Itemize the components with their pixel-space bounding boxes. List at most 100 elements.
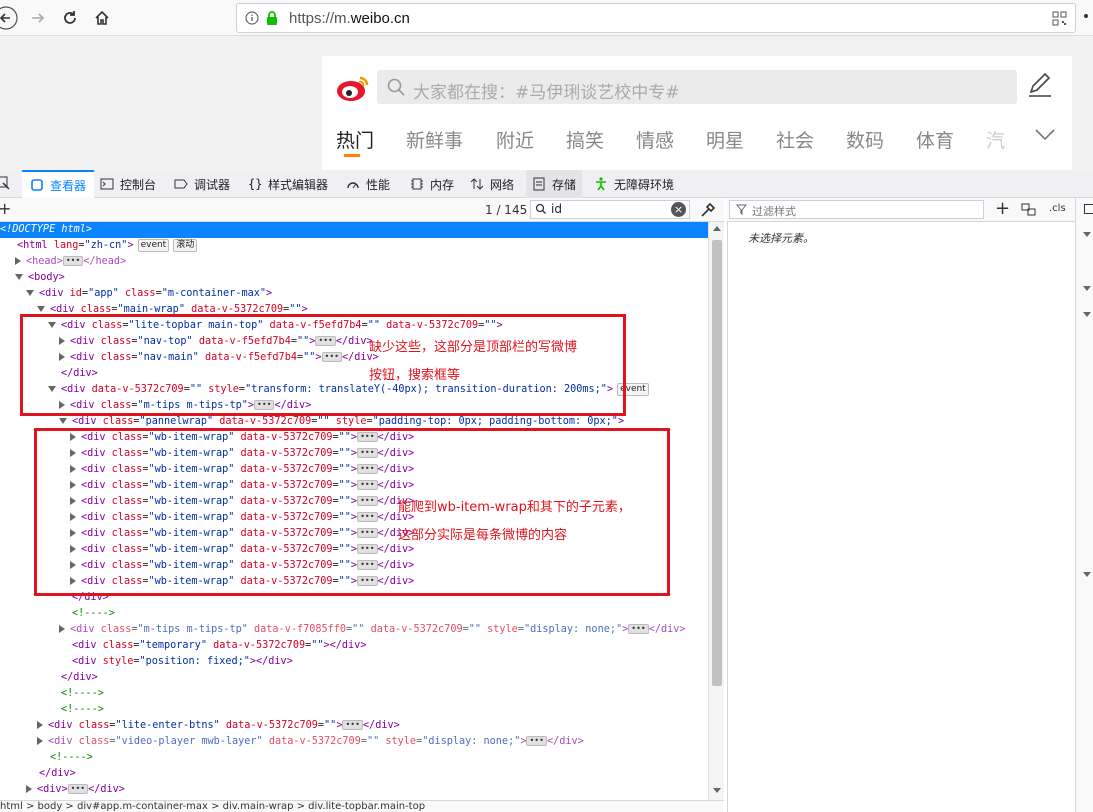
breadcrumb[interactable]: html > body > div#app.m-container-max > … — [0, 800, 724, 812]
scroll-up-icon[interactable] — [713, 226, 721, 231]
add-rule-icon[interactable]: + — [995, 199, 1010, 219]
markup-node-line[interactable]: <div class="wb-item-wrap" data-v-5372c70… — [70, 478, 414, 494]
markup-node-line[interactable]: <div class="m-tips m-tips-tp"> ••• </div> — [59, 398, 311, 414]
channel-tab-hot[interactable]: 热门 — [336, 126, 374, 153]
chevron-down-icon[interactable] — [1083, 312, 1091, 317]
collapsed-content-icon[interactable]: ••• — [254, 400, 275, 410]
tab-performance[interactable]: 性能 — [346, 170, 390, 198]
collapsed-content-icon[interactable]: ••• — [67, 784, 89, 794]
expanded-triangle-icon[interactable] — [37, 306, 45, 312]
compose-icon[interactable] — [1026, 70, 1054, 101]
collapsed-triangle-icon[interactable] — [59, 337, 65, 345]
expanded-triangle-icon[interactable] — [48, 322, 56, 328]
markup-node-line[interactable]: <head> ••• </head> — [15, 254, 126, 270]
markup-node-line[interactable]: <div class="wb-item-wrap" data-v-5372c70… — [70, 526, 414, 542]
markup-node-line[interactable]: <div class="nav-top" data-v-f5efd7b4="">… — [59, 334, 373, 350]
tab-style-editor[interactable]: {} 样式编辑器 — [248, 170, 328, 198]
scroll-down-icon[interactable] — [713, 788, 721, 793]
markup-badge[interactable]: event — [137, 238, 170, 252]
markup-node-line[interactable]: <div class="wb-item-wrap" data-v-5372c70… — [70, 574, 414, 590]
collapsed-content-icon[interactable]: ••• — [357, 512, 378, 522]
collapsed-content-icon[interactable]: ••• — [628, 624, 649, 634]
markup-node-line[interactable]: <div> ••• </div> — [26, 782, 125, 798]
tab-memory[interactable]: 内存 — [410, 170, 454, 198]
add-node-icon[interactable]: + — [0, 201, 11, 217]
home-icon[interactable] — [88, 4, 116, 32]
markup-node-line[interactable]: <body> — [15, 270, 65, 286]
markup-node-line[interactable]: <div id="app" class="m-container-max"> — [26, 286, 272, 302]
expanded-triangle-icon[interactable] — [48, 386, 56, 392]
search-input[interactable]: 大家都在搜：#马伊琍谈艺校中专# — [377, 70, 1017, 104]
markup-node-line[interactable]: <!----> — [48, 702, 104, 718]
qr-code-icon[interactable] — [1052, 11, 1067, 29]
collapsed-triangle-icon[interactable] — [59, 353, 65, 361]
markup-node-line[interactable]: <!----> — [48, 686, 104, 702]
reload-icon[interactable] — [56, 4, 84, 32]
markup-node-line[interactable]: <div class="video-player mwb-layer" data… — [37, 734, 584, 750]
collapsed-triangle-icon[interactable] — [70, 481, 76, 489]
url-bar[interactable]: https://m.weibo.cn — [236, 3, 1076, 33]
collapsed-content-icon[interactable]: ••• — [357, 576, 378, 586]
markup-node-line[interactable]: </div> — [48, 366, 98, 382]
collapse-icon[interactable] — [1084, 204, 1093, 214]
collapsed-triangle-icon[interactable] — [70, 449, 76, 457]
chevron-down-icon[interactable] — [1083, 286, 1091, 291]
collapsed-content-icon[interactable]: ••• — [357, 480, 378, 490]
collapsed-triangle-icon[interactable] — [59, 625, 65, 633]
collapsed-triangle-icon[interactable] — [70, 497, 76, 505]
markup-node-line[interactable]: <div class="wb-item-wrap" data-v-5372c70… — [70, 446, 414, 462]
back-icon[interactable] — [0, 4, 20, 32]
markup-node-line[interactable]: <div class="lite-topbar main-top" data-v… — [48, 318, 503, 334]
tab-storage[interactable]: 存储 — [526, 170, 583, 198]
markup-node-line[interactable]: <div class="wb-item-wrap" data-v-5372c70… — [70, 494, 414, 510]
markup-node-line[interactable]: <div class="lite-enter-btns" data-v-5372… — [37, 718, 400, 734]
markup-scrollbar[interactable] — [708, 222, 724, 800]
collapsed-content-icon[interactable]: ••• — [321, 352, 342, 362]
collapsed-triangle-icon[interactable] — [59, 401, 65, 409]
lock-icon[interactable] — [265, 10, 279, 29]
collapsed-triangle-icon[interactable] — [37, 721, 43, 729]
tab-accessibility[interactable]: 无障碍环境 — [594, 170, 674, 198]
forward-icon[interactable] — [24, 4, 52, 32]
channel-tab[interactable]: 明星 — [706, 126, 744, 153]
markup-node-line[interactable]: <div class="main-wrap" data-v-5372c709="… — [37, 302, 308, 318]
chevron-down-icon[interactable] — [1083, 572, 1091, 577]
cls-button[interactable]: .cls — [1049, 203, 1066, 214]
markup-node-line[interactable]: <div class="wb-item-wrap" data-v-5372c70… — [70, 558, 414, 574]
element-picker-icon[interactable] — [0, 176, 10, 193]
markup-badge[interactable]: 滚动 — [173, 238, 198, 252]
url-text[interactable]: https://m.weibo.cn — [289, 10, 410, 27]
collapsed-triangle-icon[interactable] — [70, 561, 76, 569]
tab-network[interactable]: 网络 — [470, 170, 514, 198]
markup-node-line[interactable]: <div class="wb-item-wrap" data-v-5372c70… — [70, 510, 414, 526]
markup-node-line[interactable]: <div style="position: fixed;"></div> — [59, 654, 293, 670]
collapsed-triangle-icon[interactable] — [26, 785, 32, 793]
collapsed-content-icon[interactable]: ••• — [357, 560, 378, 570]
collapsed-content-icon[interactable]: ••• — [62, 256, 84, 266]
collapsed-content-icon[interactable]: ••• — [342, 720, 363, 730]
html-search-field[interactable]: id × — [530, 200, 690, 219]
tab-inspector[interactable]: 查看器 — [22, 170, 95, 198]
collapsed-content-icon[interactable]: ••• — [357, 448, 378, 458]
channel-tab[interactable]: 数码 — [846, 126, 884, 153]
collapsed-content-icon[interactable]: ••• — [357, 528, 378, 538]
eyedropper-icon[interactable] — [700, 202, 716, 221]
collapsed-triangle-icon[interactable] — [70, 529, 76, 537]
channel-tab[interactable]: 搞笑 — [566, 126, 604, 153]
markup-node-line[interactable]: </div> — [48, 670, 98, 686]
markup-node-line[interactable]: <div class="nav-main" data-v-f5efd7b4=""… — [59, 350, 379, 366]
scrollbar-thumb[interactable] — [712, 240, 722, 686]
markup-node-line[interactable]: <!----> — [37, 750, 93, 766]
overflow-menu-icon[interactable] — [1084, 14, 1088, 18]
markup-node-line[interactable]: <div class="wb-item-wrap" data-v-5372c70… — [70, 462, 414, 478]
markup-node-line[interactable]: </div> — [26, 766, 76, 782]
collapsed-triangle-icon[interactable] — [15, 257, 21, 265]
markup-node-line[interactable]: <!----> — [59, 606, 115, 622]
collapsed-content-icon[interactable]: ••• — [357, 464, 378, 474]
collapsed-triangle-icon[interactable] — [70, 433, 76, 441]
channel-tab[interactable]: 社会 — [776, 126, 814, 153]
collapsed-triangle-icon[interactable] — [37, 737, 43, 745]
markup-node-line[interactable]: <div class="wb-item-wrap" data-v-5372c70… — [70, 542, 414, 558]
chevron-down-icon[interactable] — [1034, 128, 1056, 145]
clear-search-icon[interactable]: × — [671, 202, 686, 217]
